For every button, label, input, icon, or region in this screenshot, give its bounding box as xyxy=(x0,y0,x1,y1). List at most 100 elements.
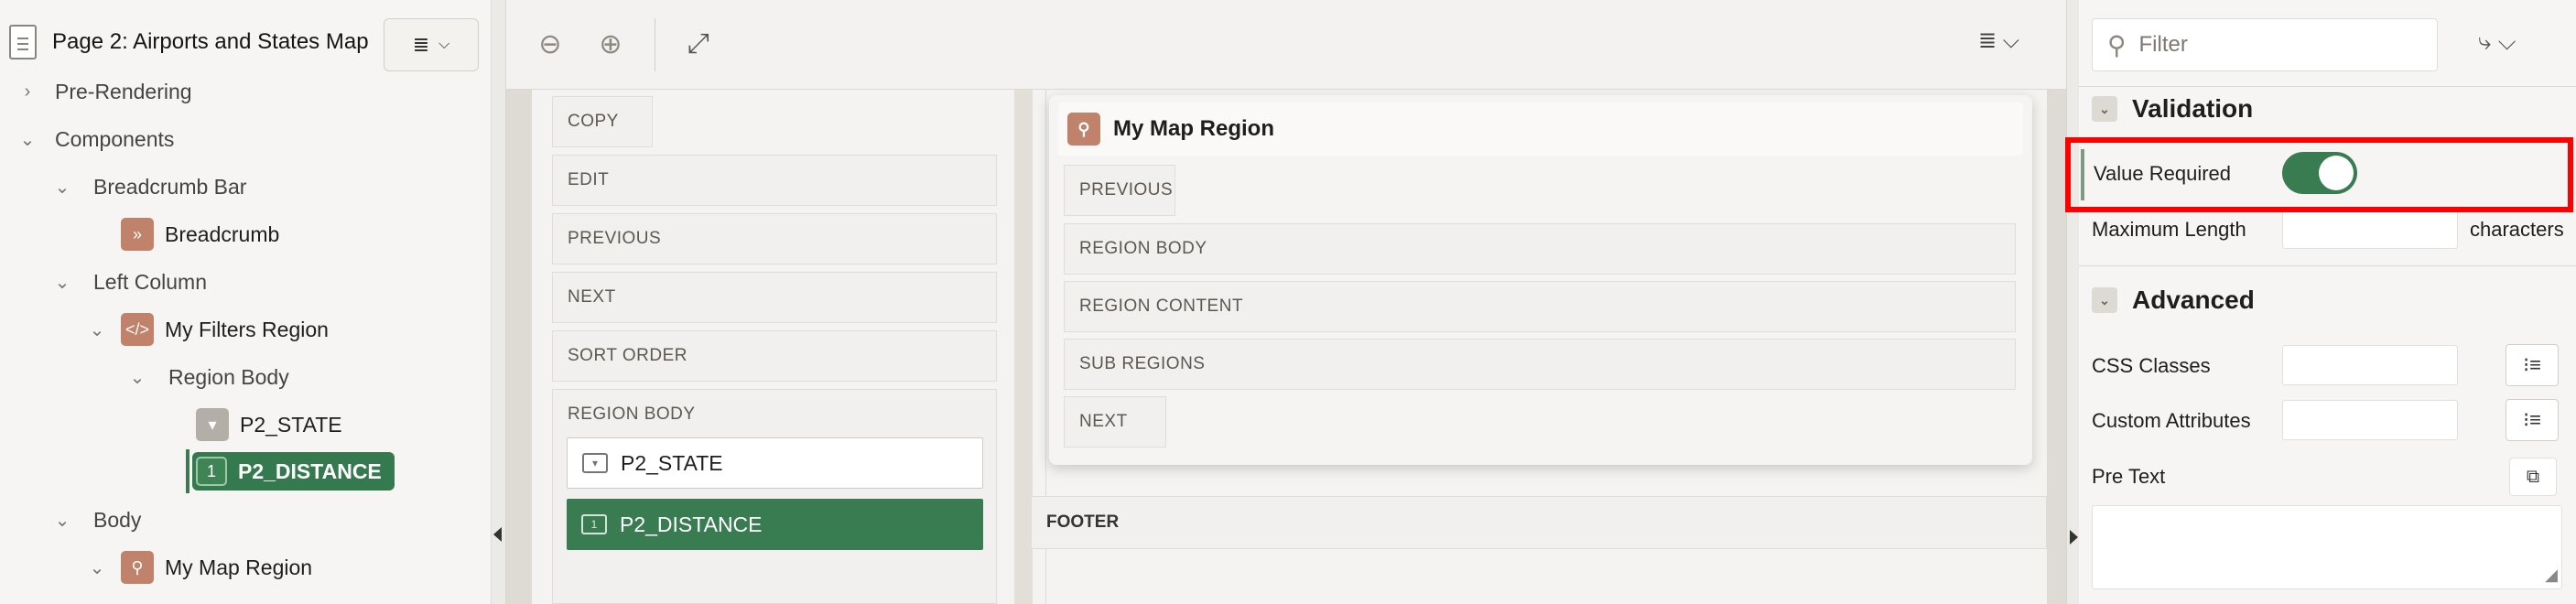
tree-node-label: Breadcrumb xyxy=(165,221,280,246)
chevron-down-icon[interactable]: ⌄ xyxy=(53,176,71,199)
section-title: Advanced xyxy=(2132,286,2255,314)
tree-node-components[interactable]: ⌄ Components xyxy=(18,118,175,160)
layout-gutter xyxy=(2047,90,2066,604)
tree-node-label: P2_STATE xyxy=(240,412,342,437)
collapse-right-icon[interactable] xyxy=(2070,530,2078,545)
validation-section-header[interactable]: ⌄ Validation xyxy=(2092,91,2253,127)
css-classes-picker-button[interactable]: ⁝≡ xyxy=(2506,344,2559,386)
number-field-icon: 1 xyxy=(581,514,607,534)
map-region-header[interactable]: ⚲ My Map Region xyxy=(1058,102,2023,156)
position-sort-order[interactable]: SORT ORDER xyxy=(552,330,997,382)
map-region-title: My Map Region xyxy=(1113,116,1275,141)
chevron-down-icon[interactable]: ⌄ xyxy=(2092,96,2117,122)
tree-node-my-map-region[interactable]: ⌄ ⚲ My Map Region xyxy=(88,546,312,588)
advanced-section-header[interactable]: ⌄ Advanced xyxy=(2092,282,2255,318)
position-region-body[interactable]: REGION BODY xyxy=(552,389,997,604)
tree-node-label: Left Column xyxy=(93,269,208,294)
code-icon: </> xyxy=(121,313,154,346)
tree-node-p2-distance[interactable]: 1 P2_DISTANCE xyxy=(192,452,395,491)
left-splitter[interactable] xyxy=(492,0,506,604)
breadcrumb-icon: » xyxy=(121,218,154,251)
position-edit[interactable]: EDIT xyxy=(552,155,997,206)
chevron-down-icon[interactable]: ⌄ xyxy=(128,366,146,389)
page-item-p2-distance[interactable]: 1 P2_DISTANCE xyxy=(567,499,983,550)
tree-menu-button[interactable]: ≣ ⌵ xyxy=(384,18,479,71)
right-splitter[interactable] xyxy=(2066,0,2079,604)
tree-node-body[interactable]: ⌄ Body xyxy=(53,499,142,541)
tree-node-my-filters-region[interactable]: ⌄ </> My Filters Region xyxy=(88,308,329,351)
position-previous[interactable]: PREVIOUS xyxy=(552,213,997,264)
position-footer[interactable]: FOOTER xyxy=(1031,496,2047,549)
menu-icon: ≣ xyxy=(412,33,430,56)
tree-node-label: Body xyxy=(93,507,142,532)
map-pin-icon: ⚲ xyxy=(1067,113,1100,146)
chevron-right-icon[interactable]: › xyxy=(18,81,37,102)
position-region-content[interactable]: REGION CONTENT xyxy=(1064,281,2016,332)
chevron-down-icon: ⌵ xyxy=(438,37,450,52)
tree-node-label: Region Body xyxy=(168,364,289,389)
tree-node-left-column[interactable]: ⌄ Left Column xyxy=(53,261,207,303)
layout-toolbar: ⊖ ⊕ ⤢ ≣ ⌵ xyxy=(506,0,2066,90)
zoom-in-icon[interactable]: ⊕ xyxy=(594,27,627,60)
custom-attributes-input[interactable] xyxy=(2282,400,2458,440)
position-next[interactable]: NEXT xyxy=(1064,396,1166,448)
tree-node-breadcrumb-bar[interactable]: ⌄ Breadcrumb Bar xyxy=(53,166,247,208)
list-icon: ⁝≡ xyxy=(2523,408,2541,431)
position-previous[interactable]: PREVIOUS xyxy=(1064,165,1175,216)
resize-handle-icon[interactable]: ◢ xyxy=(2545,566,2558,585)
search-icon: ⚲ xyxy=(2107,30,2127,59)
tree-header: Page 2: Airports and States Map ≣ ⌵ xyxy=(0,0,492,81)
chevron-down-icon[interactable]: ⌄ xyxy=(88,556,106,579)
chevron-down-icon[interactable]: ⌄ xyxy=(53,509,71,532)
highlight-box xyxy=(2065,137,2573,212)
position-copy[interactable]: COPY xyxy=(552,96,653,147)
css-classes-label: CSS Classes xyxy=(2092,354,2211,377)
rendering-tree: Page 2: Airports and States Map ≣ ⌵ › Pr… xyxy=(0,0,492,604)
section-divider xyxy=(2079,86,2576,87)
zoom-out-icon[interactable]: ⊖ xyxy=(534,27,567,60)
layout-menu-button[interactable]: ≣ ⌵ xyxy=(1978,27,2019,54)
tree-node-pre-rendering[interactable]: › Pre-Rendering xyxy=(18,70,192,113)
pre-text-textarea[interactable]: ◢ xyxy=(2092,505,2562,589)
item-label: P2_STATE xyxy=(621,450,723,475)
chevron-down-icon[interactable]: ⌄ xyxy=(53,271,71,294)
list-icon: ⁝≡ xyxy=(2523,353,2541,376)
page-icon xyxy=(9,25,37,59)
column-gap xyxy=(1014,90,1033,604)
selection-indicator xyxy=(186,449,189,493)
custom-attributes-picker-button[interactable]: ⁝≡ xyxy=(2506,399,2559,441)
page-title: Page 2: Airports and States Map xyxy=(52,29,369,54)
tree-node-label: My Filters Region xyxy=(165,317,329,341)
position-next[interactable]: NEXT xyxy=(552,272,997,323)
css-classes-input[interactable] xyxy=(2282,345,2458,385)
property-editor: ⚲ Filter ⤷ ⌵ ⌄ Validation Value Required… xyxy=(2079,0,2576,604)
pre-text-label: Pre Text xyxy=(2092,465,2166,488)
chevron-down-icon[interactable]: ⌄ xyxy=(18,128,37,151)
page-item-p2-state[interactable]: ▾ P2_STATE xyxy=(567,437,983,489)
tree-node-label: Pre-Rendering xyxy=(55,79,192,103)
section-divider xyxy=(2079,265,2576,266)
filter-placeholder: Filter xyxy=(2138,32,2188,57)
go-to-group-button[interactable]: ⤷ ⌵ xyxy=(2478,27,2516,57)
map-pin-icon: ⚲ xyxy=(121,551,154,584)
collapse-left-icon[interactable] xyxy=(493,527,502,542)
tree-node-breadcrumb[interactable]: » Breadcrumb xyxy=(121,213,279,255)
map-region-card[interactable]: ⚲ My Map Region PREVIOUS REGION BODY REG… xyxy=(1049,95,2032,465)
maximum-length-input[interactable] xyxy=(2282,209,2458,249)
position-region-body[interactable]: REGION BODY xyxy=(1064,223,2016,275)
tree-node-label: Breadcrumb Bar xyxy=(93,174,247,199)
layout-gutter xyxy=(506,90,532,604)
chevron-down-icon[interactable]: ⌄ xyxy=(2092,287,2117,313)
expand-icon[interactable]: ⤢ xyxy=(682,27,715,60)
section-title: Validation xyxy=(2132,94,2254,123)
tree-node-label: P2_DISTANCE xyxy=(238,458,382,483)
custom-attributes-label: Custom Attributes xyxy=(2092,409,2251,432)
chevron-down-icon[interactable]: ⌄ xyxy=(88,318,106,341)
tree-node-region-body[interactable]: ⌄ Region Body xyxy=(128,356,289,398)
pre-text-expand-button[interactable]: ⧉ xyxy=(2509,458,2557,496)
position-sub-regions[interactable]: SUB REGIONS xyxy=(1064,339,2016,390)
filter-input[interactable]: ⚲ Filter xyxy=(2092,18,2438,71)
tree-node-p2-state[interactable]: ▾ P2_STATE xyxy=(196,404,342,446)
maximum-length-unit: characters xyxy=(2470,218,2564,241)
select-list-icon: ▾ xyxy=(582,453,608,473)
